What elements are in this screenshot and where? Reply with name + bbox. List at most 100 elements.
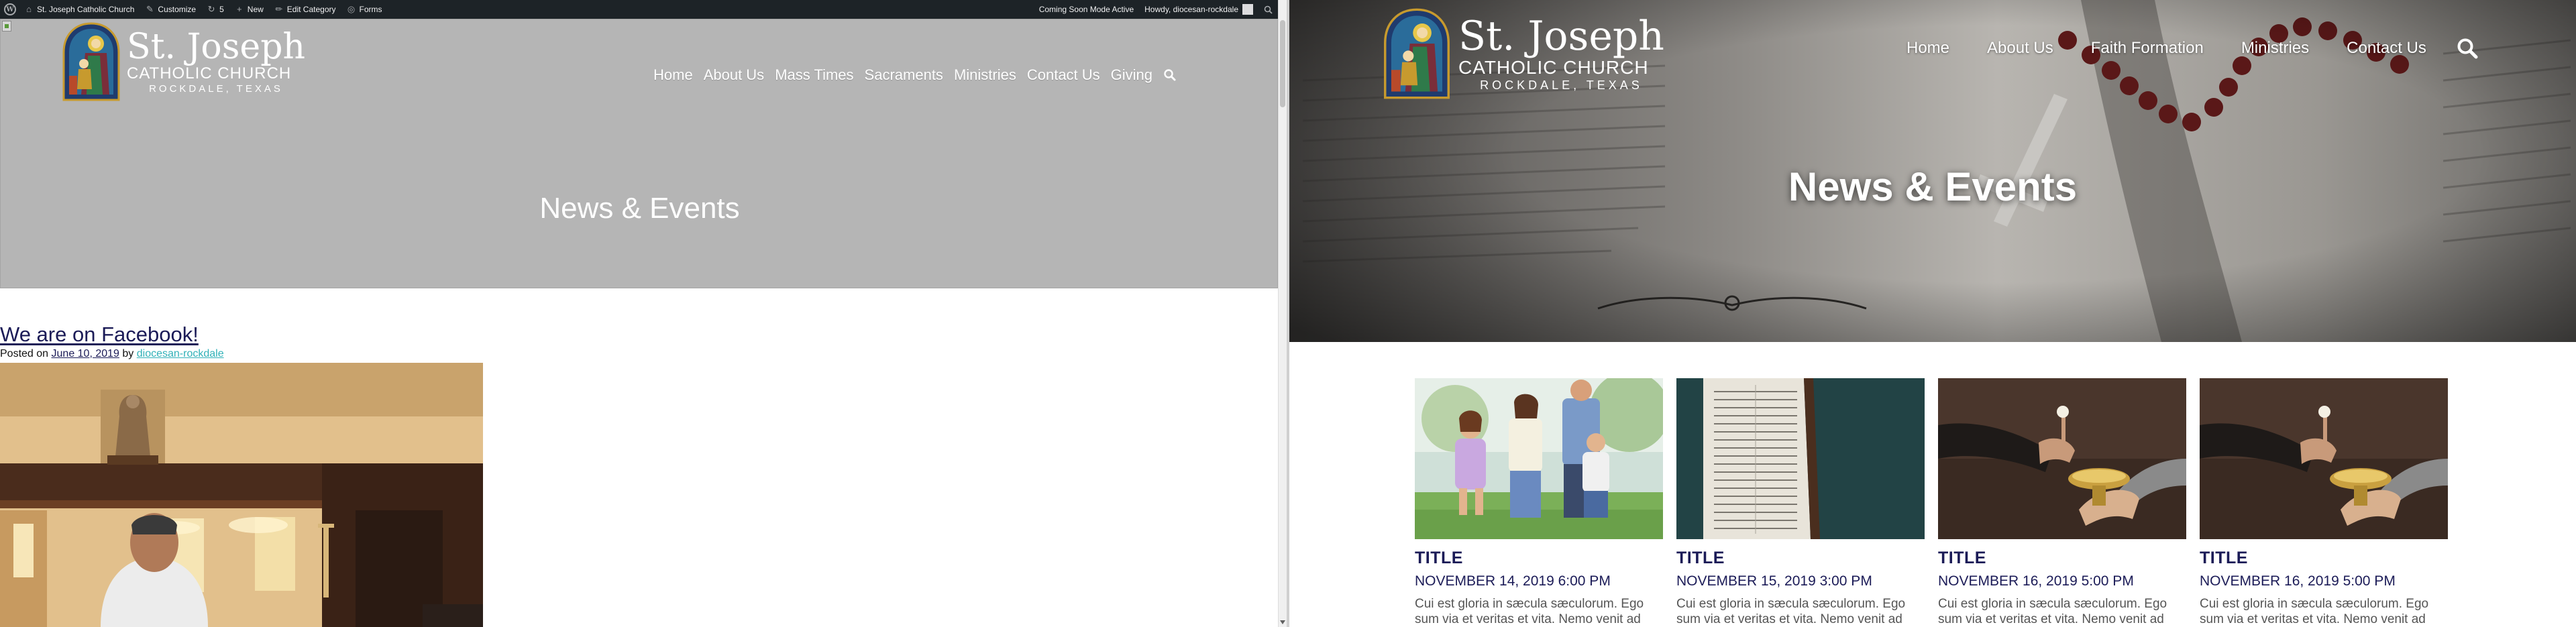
by-label: by — [122, 348, 134, 359]
bible-photo — [1676, 378, 1925, 539]
communion-photo — [1938, 378, 2186, 539]
admin-bar-updates[interactable]: ↻ 5 — [201, 0, 229, 19]
search-icon[interactable] — [1163, 68, 1177, 82]
event-title[interactable]: TITLE — [1676, 549, 1925, 568]
howdy-label: Howdy, diocesan-rockdale — [1144, 5, 1238, 14]
event-date: NOVEMBER 16, 2019 5:00 PM — [1938, 573, 2134, 589]
event-title[interactable]: TITLE — [1415, 549, 1663, 568]
broken-image-icon — [2, 21, 11, 32]
nav-faith-formation[interactable]: Faith Formation — [2091, 39, 2204, 58]
event-card[interactable]: TITLE NOVEMBER 15, 2019 3:00 PM Cui est … — [1676, 378, 1925, 627]
post-date-link[interactable]: June 10, 2019 — [52, 348, 119, 359]
site-logo[interactable]: St. Joseph CATHOLIC CHURCH ROCKDALE, TEX… — [61, 22, 305, 101]
right-hero-banner: St. Joseph CATHOLIC CHURCH ROCKDALE, TEX… — [1289, 0, 2576, 342]
post-meta: Posted on June 10, 2019 by diocesan-rock… — [0, 348, 224, 360]
coming-soon-label: Coming Soon Mode Active — [1038, 5, 1134, 14]
nav-giving[interactable]: Giving — [1111, 66, 1152, 84]
brand-subtitle: CATHOLIC CHURCH — [1458, 56, 1649, 78]
post-author-link[interactable]: diocesan-rockdale — [137, 348, 224, 359]
event-card-image[interactable] — [1415, 378, 1663, 539]
stained-glass-logo-icon — [62, 22, 120, 101]
admin-bar-account[interactable]: Howdy, diocesan-rockdale — [1139, 0, 1258, 19]
new-label: New — [247, 5, 264, 14]
event-excerpt: Cui est gloria in sæcula sæculorum. Ego … — [1676, 597, 1906, 626]
event-date: NOVEMBER 15, 2019 3:00 PM — [1676, 573, 1872, 589]
screenshot-root: W ⌂ St. Joseph Catholic Church ✎ Customi… — [0, 0, 2576, 627]
event-title[interactable]: TITLE — [2200, 549, 2448, 568]
event-excerpt: Cui est gloria in sæcula sæculorum. Ego … — [1415, 597, 1644, 626]
event-date: NOVEMBER 14, 2019 6:00 PM — [1415, 573, 1611, 589]
brand-text: St. Joseph CATHOLIC CHURCH ROCKDALE, TEX… — [127, 30, 305, 95]
plus-icon: + — [236, 4, 242, 14]
nav-home[interactable]: Home — [653, 66, 693, 84]
nav-ministries[interactable]: Ministries — [954, 66, 1016, 84]
admin-bar-search[interactable] — [1258, 0, 1278, 19]
site-name-label: St. Joseph Catholic Church — [37, 5, 135, 14]
brand-name: St. Joseph — [127, 26, 305, 67]
admin-bar-right: Coming Soon Mode Active Howdy, diocesan-… — [1034, 0, 1278, 19]
event-excerpt: Cui est gloria in sæcula sæculorum. Ego … — [1938, 597, 2167, 626]
left-main-nav: Home About Us Mass Times Sacraments Mini… — [653, 66, 1177, 84]
right-browser-pane: St. Joseph CATHOLIC CHURCH ROCKDALE, TEX… — [1289, 0, 2576, 627]
pencil-icon: ✏ — [275, 4, 283, 14]
search-icon — [1264, 5, 1273, 14]
nav-sacraments[interactable]: Sacraments — [865, 66, 943, 84]
posted-on-label: Posted on — [0, 348, 49, 359]
event-card[interactable]: TITLE NOVEMBER 14, 2019 6:00 PM Cui est … — [1415, 378, 1663, 627]
nav-contact-us[interactable]: Contact Us — [1027, 66, 1100, 84]
right-main-nav: Home About Us Faith Formation Ministries… — [1907, 37, 2479, 60]
event-excerpt: Cui est gloria in sæcula sæculorum. Ego … — [2200, 597, 2429, 626]
post-title-link[interactable]: We are on Facebook! — [0, 323, 199, 347]
brand-name: St. Joseph — [1458, 12, 1664, 60]
avatar — [1242, 4, 1253, 15]
event-card[interactable]: TITLE NOVEMBER 16, 2019 5:00 PM Cui est … — [1938, 378, 2186, 627]
event-card-image[interactable] — [2200, 378, 2448, 539]
nav-mass-times[interactable]: Mass Times — [775, 66, 853, 84]
admin-bar-forms[interactable]: ◎ Forms — [341, 0, 388, 19]
right-page-title: News & Events — [1788, 164, 2078, 209]
family-photo — [1415, 378, 1663, 539]
edit-category-label: Edit Category — [286, 5, 336, 14]
customize-label: Customize — [158, 5, 197, 14]
home-icon: ⌂ — [26, 4, 32, 14]
search-icon[interactable] — [2456, 37, 2479, 60]
wp-admin-bar: W ⌂ St. Joseph Catholic Church ✎ Customi… — [0, 0, 1278, 19]
admin-bar-site-name[interactable]: ⌂ St. Joseph Catholic Church — [19, 0, 140, 19]
brand-location: ROCKDALE, TEXAS — [1480, 78, 1643, 92]
updates-count: 5 — [219, 5, 224, 14]
event-card-image[interactable] — [1676, 378, 1925, 539]
coming-soon-notice[interactable]: Coming Soon Mode Active — [1034, 0, 1139, 19]
nav-about-us[interactable]: About Us — [704, 66, 765, 84]
forms-label: Forms — [359, 5, 382, 14]
left-page-title: News & Events — [539, 192, 740, 225]
nav-home[interactable]: Home — [1907, 39, 1949, 58]
site-logo[interactable]: St. Joseph CATHOLIC CHURCH ROCKDALE, TEX… — [1382, 8, 1664, 99]
event-date: NOVEMBER 16, 2019 5:00 PM — [2200, 573, 2396, 589]
events-grid: TITLE NOVEMBER 14, 2019 6:00 PM Cui est … — [1415, 378, 2461, 627]
admin-bar-customize[interactable]: ✎ Customize — [140, 0, 201, 19]
event-title[interactable]: TITLE — [1938, 549, 2186, 568]
scrollbar-thumb[interactable] — [1280, 20, 1285, 107]
nav-about-us[interactable]: About Us — [1987, 39, 2053, 58]
priest-chapel-photo — [0, 363, 483, 627]
admin-bar-edit-category[interactable]: ✏ Edit Category — [269, 0, 341, 19]
post-featured-image — [0, 363, 483, 627]
brush-icon: ✎ — [146, 4, 154, 14]
communion-photo — [2200, 378, 2448, 539]
left-pane-scrollbar[interactable] — [1278, 0, 1287, 627]
stained-glass-logo-icon — [1384, 8, 1450, 99]
wordpress-logo-icon[interactable]: W — [4, 3, 16, 15]
brand-subtitle: CATHOLIC CHURCH — [127, 64, 292, 82]
forms-icon: ◎ — [347, 4, 356, 14]
event-card-image[interactable] — [1938, 378, 2186, 539]
admin-bar-new[interactable]: + New — [229, 0, 269, 19]
left-hero-banner: St. Joseph CATHOLIC CHURCH ROCKDALE, TEX… — [0, 19, 1278, 288]
brand-location: ROCKDALE, TEXAS — [149, 82, 283, 95]
event-card[interactable]: TITLE NOVEMBER 16, 2019 5:00 PM Cui est … — [2200, 378, 2448, 627]
nav-contact-us[interactable]: Contact Us — [2347, 39, 2426, 58]
refresh-icon: ↻ — [207, 4, 215, 14]
nav-ministries[interactable]: Ministries — [2241, 39, 2309, 58]
scroll-down-arrow-icon[interactable] — [1280, 620, 1285, 624]
brand-text: St. Joseph CATHOLIC CHURCH ROCKDALE, TEX… — [1458, 15, 1664, 93]
left-browser-pane: W ⌂ St. Joseph Catholic Church ✎ Customi… — [0, 0, 1278, 627]
